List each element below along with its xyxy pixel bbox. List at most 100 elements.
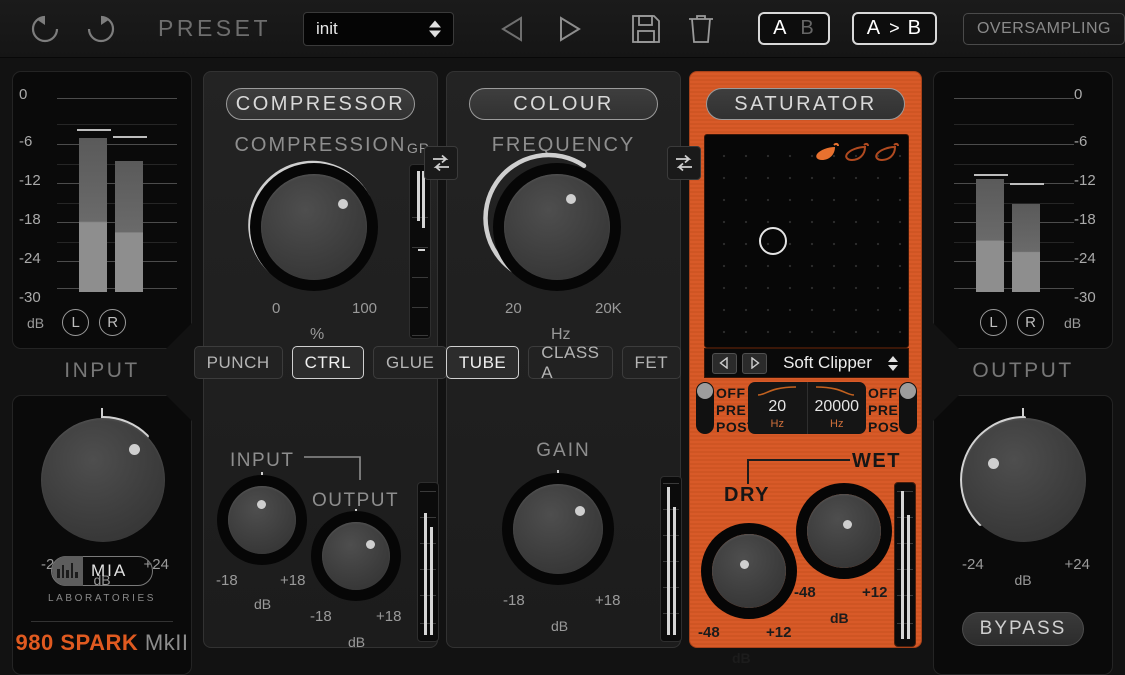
undo-icon[interactable] <box>24 8 66 50</box>
pepper-outline-icon <box>873 141 901 167</box>
colour-module: COLOUR FREQUENCY 20 20K Hz TUBE CLASS A … <box>446 71 681 648</box>
bypass-button[interactable]: BYPASS <box>962 612 1084 646</box>
ab-copy-button[interactable]: A > B <box>852 12 937 45</box>
compressor-input-pointer <box>257 500 266 509</box>
saturator-lp-routing-slider[interactable] <box>899 382 917 434</box>
saturator-xy-pad[interactable] <box>704 134 909 348</box>
output-knob-min: -24 <box>962 556 984 573</box>
colour-mode-tube[interactable]: TUBE <box>446 346 519 379</box>
input-meter-bar-right <box>115 161 143 292</box>
ab-slot-a[interactable]: A <box>773 17 787 40</box>
preset-selector[interactable]: init <box>303 12 454 46</box>
output-knob-pointer <box>988 458 999 469</box>
compressor-mode-glue[interactable]: GLUE <box>373 346 447 379</box>
output-gain-knob[interactable] <box>962 418 1086 542</box>
input-peak-left <box>77 129 111 131</box>
colour-gain-knob-label: GAIN <box>447 440 680 462</box>
scale-tick: 0 <box>19 86 27 103</box>
frequency-knob[interactable] <box>504 174 610 280</box>
scale-tick: -6 <box>1074 133 1087 150</box>
product-name-main: 980 SPARK <box>16 630 139 655</box>
saturator-lowpass[interactable]: 20000 Hz <box>807 382 867 434</box>
preset-prev-button[interactable] <box>496 10 534 48</box>
scale-tick: -6 <box>19 133 32 150</box>
lowpass-value[interactable]: 20000 <box>815 398 860 416</box>
compressor-title-button[interactable]: COMPRESSOR <box>226 88 415 120</box>
ab-compare-button[interactable]: A B <box>758 12 830 45</box>
compressor-mode-buttons: PUNCH CTRL GLUE <box>204 346 437 379</box>
compressor-input-min: -18 <box>216 572 238 589</box>
ab-copy-target: B <box>908 17 922 40</box>
colour-gain-pointer <box>575 506 585 516</box>
output-channel-left[interactable]: L <box>980 309 1007 336</box>
wet-knob-max: +12 <box>862 584 887 601</box>
saturator-algorithm-next[interactable] <box>742 353 767 374</box>
compressor-mode-ctrl[interactable]: CTRL <box>292 346 364 379</box>
colour-gain-min: -18 <box>503 592 525 609</box>
preset-value: init <box>304 19 338 39</box>
compression-knob[interactable] <box>261 174 367 280</box>
compressor-input-knob-label: INPUT <box>230 450 295 472</box>
input-section-title: INPUT <box>12 359 192 383</box>
saturator-highpass[interactable]: 20 Hz <box>748 382 807 434</box>
ab-slot-b[interactable]: B <box>800 17 814 40</box>
saturator-hp-routing-slider[interactable] <box>696 382 714 434</box>
product-name-version: MkII <box>145 630 189 655</box>
colour-mode-fet[interactable]: FET <box>622 346 682 379</box>
highpass-value[interactable]: 20 <box>768 398 786 416</box>
dry-knob[interactable] <box>712 534 786 608</box>
input-gain-knob[interactable] <box>41 418 165 542</box>
output-meter-bar-right <box>1012 204 1040 292</box>
dry-knob-unit: dB <box>732 650 751 666</box>
output-gain-panel: -24 +24 dB BYPASS <box>933 395 1113 675</box>
input-db-unit: dB <box>27 315 44 331</box>
output-peak-right <box>1010 183 1044 185</box>
highpass-unit: Hz <box>771 418 784 430</box>
saturator-algorithm-selector[interactable]: Soft Clipper <box>704 348 909 378</box>
delete-preset-icon[interactable] <box>684 11 718 47</box>
saturator-filter-values: 20 Hz 20000 Hz <box>748 382 866 434</box>
compressor-input-max: +18 <box>280 572 305 589</box>
compressor-input-center-tick <box>261 472 263 483</box>
colour-title-button[interactable]: COLOUR <box>469 88 658 120</box>
lowpass-curve-icon <box>814 385 858 397</box>
colour-saturator-swap-button[interactable] <box>667 146 701 180</box>
compressor-output-knob[interactable] <box>322 522 390 590</box>
redo-icon[interactable] <box>80 8 122 50</box>
compressor-output-max: +18 <box>376 608 401 625</box>
output-peak-left <box>974 174 1008 176</box>
preset-spinner-icon[interactable] <box>429 20 441 37</box>
saturator-algorithm-prev[interactable] <box>712 353 737 374</box>
saturator-algorithm-spinner-icon[interactable] <box>888 356 898 371</box>
input-channel-right[interactable]: R <box>99 309 126 336</box>
colour-mode-class-a[interactable]: CLASS A <box>528 346 612 379</box>
compressor-colour-swap-button[interactable] <box>424 146 458 180</box>
product-name: 980 SPARK MkII <box>16 630 189 656</box>
compressor-input-knob[interactable] <box>228 486 296 554</box>
save-preset-icon[interactable] <box>628 11 664 47</box>
pepper-outline-icon <box>843 141 871 167</box>
compressor-io-link-icon <box>304 450 384 484</box>
output-column: 0 -6 -12 -18 -24 -30 <box>933 71 1113 675</box>
input-column: 0 -6 -12 -18 -24 -30 <box>12 71 192 675</box>
preset-next-button[interactable] <box>548 10 586 48</box>
frequency-knob-pointer <box>566 194 576 204</box>
wet-knob[interactable] <box>807 494 881 568</box>
output-channel-right[interactable]: R <box>1017 309 1044 336</box>
mia-logo-subtitle: LABORATORIES <box>48 593 156 604</box>
frequency-knob-unit: Hz <box>551 326 571 344</box>
colour-gain-unit: dB <box>551 618 568 634</box>
scale-tick: -12 <box>19 172 41 189</box>
gain-reduction-meter <box>409 164 431 339</box>
saturator-heat-indicator <box>813 141 901 167</box>
input-channel-left[interactable]: L <box>62 309 89 336</box>
saturator-xy-handle[interactable] <box>759 227 787 255</box>
colour-gain-knob[interactable] <box>513 484 603 574</box>
brand-divider <box>31 621 173 622</box>
scale-tick: -24 <box>19 250 41 267</box>
oversampling-button[interactable]: OVERSAMPLING <box>963 13 1125 45</box>
saturator-title-button[interactable]: SATURATOR <box>706 88 905 120</box>
input-knob-pointer <box>129 444 140 455</box>
compressor-mode-punch[interactable]: PUNCH <box>194 346 283 379</box>
dry-knob-label: DRY <box>724 484 770 507</box>
